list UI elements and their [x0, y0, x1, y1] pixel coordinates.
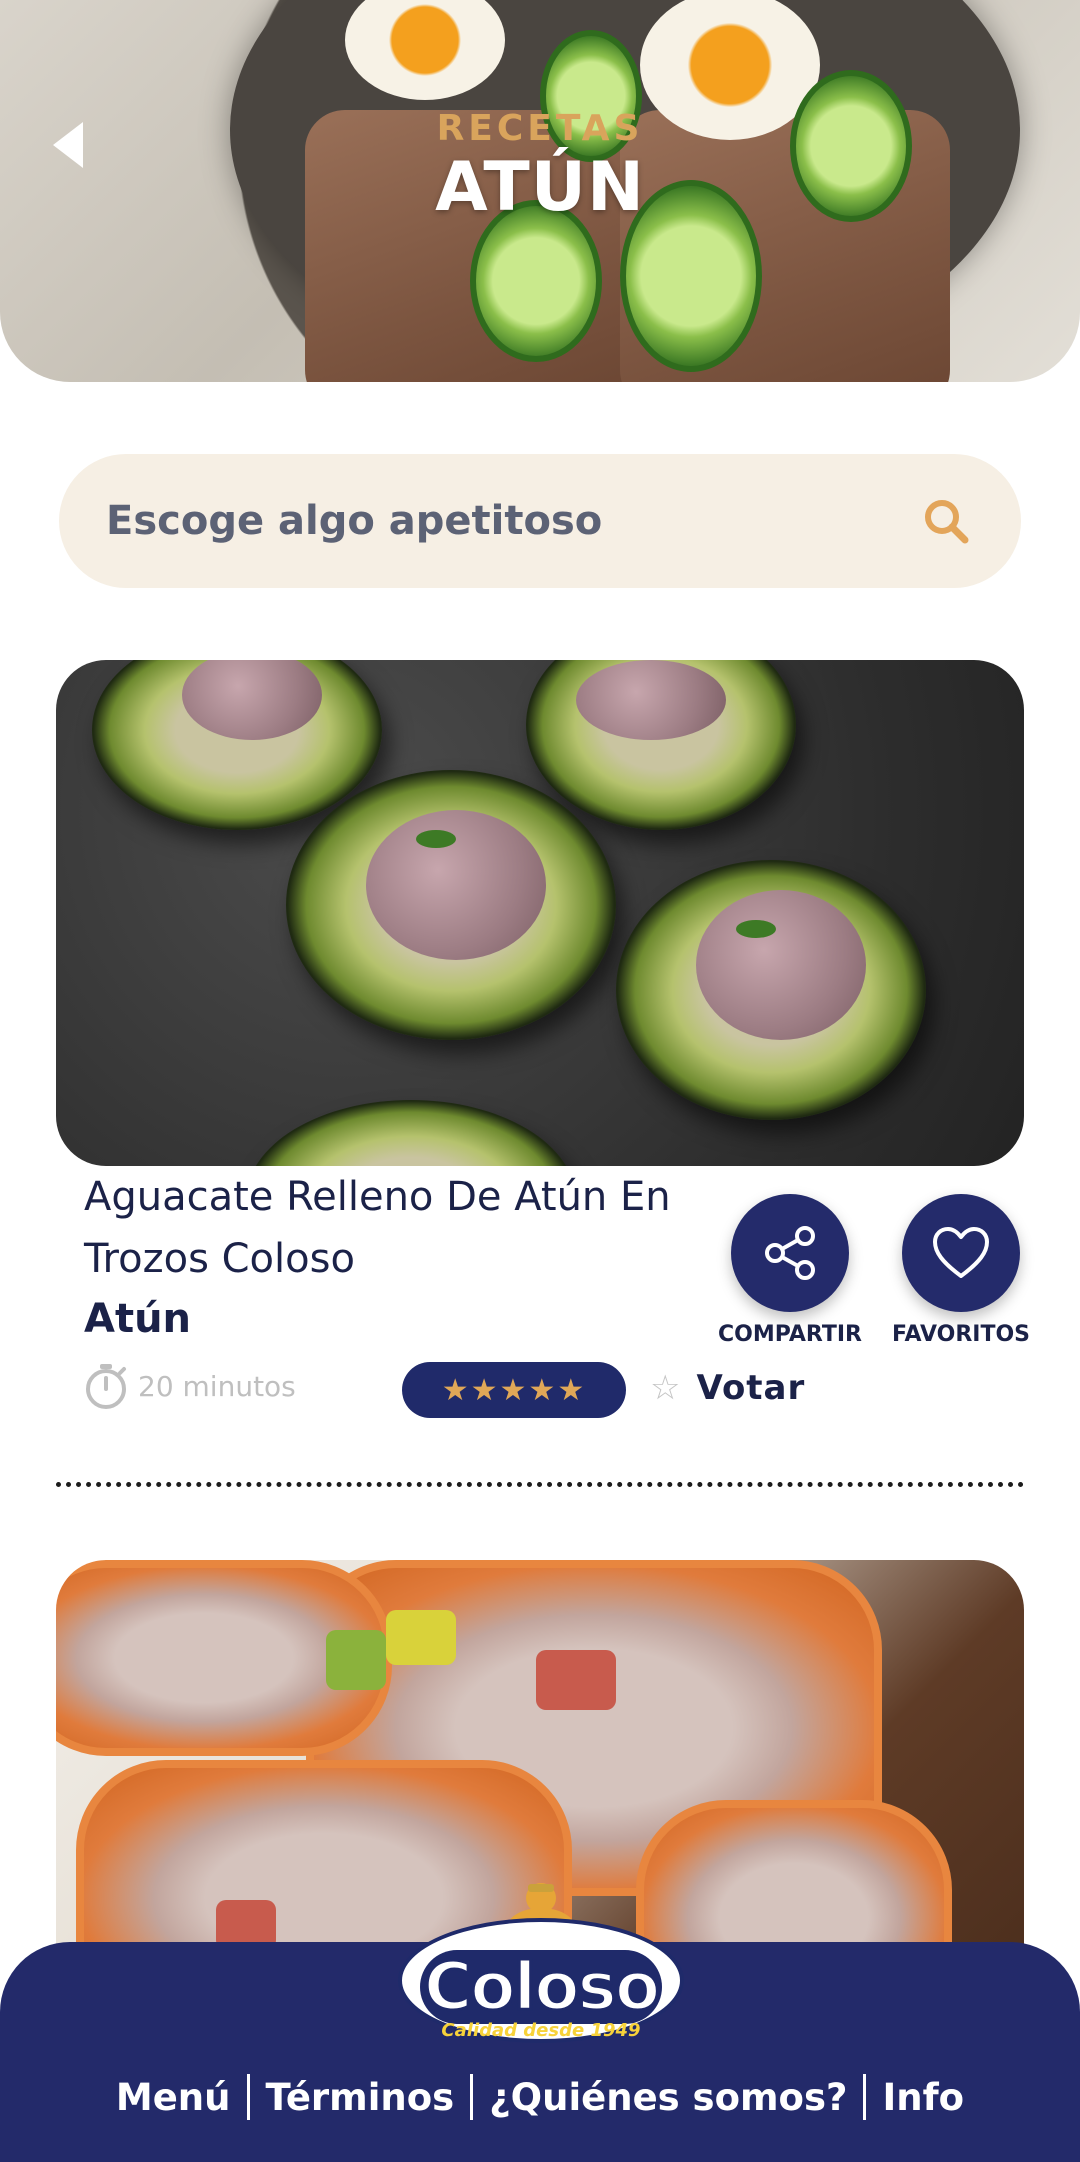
- vote-label: Votar: [696, 1368, 806, 1408]
- pepper-image: [326, 1630, 386, 1690]
- nav-separator: [863, 2074, 867, 2120]
- recipe-time: 20 minutos: [84, 1362, 296, 1410]
- stopwatch-icon: [86, 1364, 126, 1409]
- favorites-button[interactable]: [902, 1194, 1020, 1312]
- search-icon[interactable]: [921, 496, 971, 546]
- avocado-image: [246, 1100, 576, 1166]
- pepper-image: [386, 1610, 456, 1665]
- share-button[interactable]: [731, 1194, 849, 1312]
- page-title: ATÚN: [435, 148, 645, 227]
- nav-about-link[interactable]: ¿Quiénes somos?: [489, 2076, 847, 2119]
- nav-terms-link[interactable]: Términos: [266, 2076, 455, 2119]
- logo-tagline: Calidad desde 1949: [441, 2020, 641, 2041]
- hero-banner: RECETAS ATÚN: [0, 0, 1080, 382]
- vote-button[interactable]: ☆ Votar: [650, 1368, 805, 1408]
- avocado-image: [526, 660, 796, 830]
- search-bar: [59, 454, 1021, 588]
- search-input[interactable]: [104, 497, 921, 545]
- share-icon: [765, 1226, 815, 1280]
- avocado-image: [616, 860, 926, 1120]
- nav-menu-link[interactable]: Menú: [116, 2076, 231, 2119]
- avocado-image: [286, 770, 616, 1040]
- coloso-logo[interactable]: Coloso Calidad desde 1949: [398, 1878, 684, 2043]
- logo-wordmark: Coloso: [422, 1947, 661, 2027]
- heart-icon: [933, 1227, 989, 1278]
- recipe-title[interactable]: Aguacate Relleno De Atún En Trozos Colos…: [84, 1166, 724, 1290]
- recipe-time-label: 20 minutos: [138, 1369, 296, 1403]
- share-label: COMPARTIR: [718, 1322, 862, 1347]
- nav-info-link[interactable]: Info: [882, 2076, 964, 2119]
- tomato-image: [536, 1650, 616, 1710]
- footer-nav: Menú Términos ¿Quiénes somos? Info: [0, 2072, 1080, 2122]
- nav-separator: [246, 2074, 250, 2120]
- divider: [56, 1482, 1024, 1487]
- hero-subtitle: RECETAS: [436, 108, 644, 149]
- favorites-label: FAVORITOS: [891, 1322, 1031, 1347]
- rating-stars: ★★★★★: [402, 1362, 626, 1418]
- nav-separator: [470, 2074, 474, 2120]
- recipe-category: Atún: [84, 1296, 192, 1342]
- recipe-image[interactable]: [56, 660, 1024, 1166]
- star-outline-icon: ☆: [650, 1368, 681, 1408]
